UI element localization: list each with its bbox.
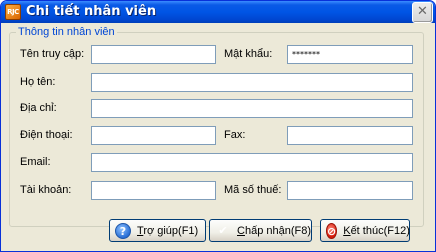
phone-label: Điện thoại: [20,129,73,141]
window-title: Chi tiết nhân viên [26,4,157,19]
help-button-label: Trợ giúp(F1) [137,224,199,237]
close-window-button[interactable]: ✕ [412,2,433,23]
title-bar[interactable]: RJC Chi tiết nhân viên ✕ [1,1,435,23]
tax-code-field[interactable] [287,181,413,200]
fax-field[interactable] [287,126,413,145]
account-label: Tài khoản: [20,184,72,196]
fullname-label: Họ tên: [20,76,56,88]
email-field[interactable] [91,153,413,172]
exit-button[interactable]: ⊘ Kết thúc(F12) [320,219,410,242]
account-field[interactable] [91,181,216,200]
fax-label: Fax: [224,129,246,141]
accept-button[interactable]: ✔ Chấp nhận(F8) [209,219,312,242]
tax-code-label: Mã số thuế: [224,184,282,196]
group-caption: Thông tin nhân viên [16,26,117,38]
email-label: Email: [20,156,51,168]
exit-button-label: Kết thúc(F12) [343,224,410,237]
password-label: Mật khẩu: [224,48,273,60]
address-label: Địa chỉ: [20,102,57,114]
close-icon: ✕ [417,4,428,19]
address-field[interactable] [91,99,413,118]
username-label: Tên truy cập: [20,48,85,60]
help-icon: ? [115,222,131,239]
app-icon: RJC [5,4,21,20]
help-button[interactable]: ? Trợ giúp(F1) [109,219,206,242]
fullname-field[interactable] [91,73,413,92]
password-field[interactable]: ******* [287,45,413,64]
username-field[interactable] [91,45,216,64]
accept-button-label: Chấp nhận(F8) [237,224,311,237]
phone-field[interactable] [91,126,216,145]
employee-detail-window: RJC Chi tiết nhân viên ✕ Thông tin nhân … [0,0,436,252]
stop-icon: ⊘ [326,222,338,239]
checkmark-icon: ✔ [218,223,228,237]
dialog-body: Thông tin nhân viên Tên truy cập: Mật kh… [4,23,432,249]
